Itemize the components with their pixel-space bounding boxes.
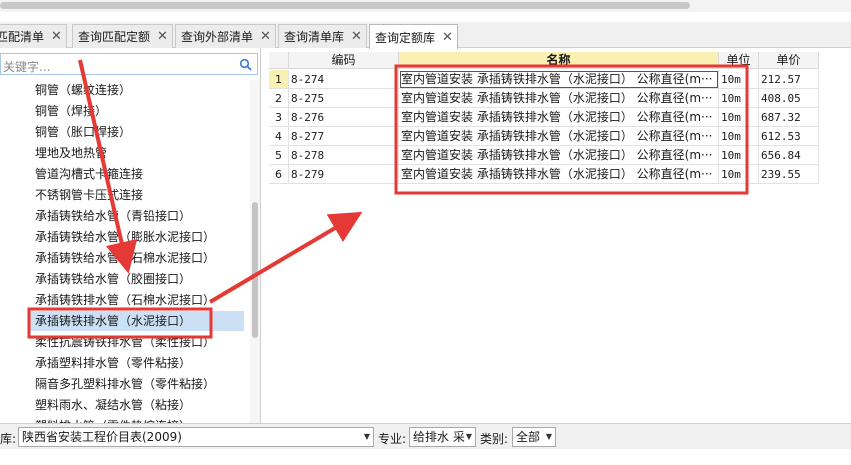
tab-query-matched-quota[interactable]: 查询匹配定额 ✕ <box>72 24 173 48</box>
tab-label: 查询外部清单 <box>181 30 254 44</box>
close-icon[interactable]: ✕ <box>442 30 453 45</box>
cell-unit[interactable]: 10m <box>719 165 759 184</box>
search-box[interactable]: 关键字... <box>0 53 258 75</box>
table-row[interactable]: 6 8-279 室内管道安装 承插铸铁排水管（水泥接口） 公称直径(m··· 1… <box>269 165 851 184</box>
grid-header-price[interactable]: 单价 <box>759 52 819 69</box>
library-select-value: 陕西省安装工程价目表(2009) <box>22 430 182 444</box>
cell-unit[interactable]: 10m <box>719 146 759 165</box>
tab-label: 查询定额库 <box>375 30 436 45</box>
cell-code[interactable]: 8-277 <box>289 127 399 146</box>
table-row[interactable]: 2 8-275 室内管道安装 承插铸铁排水管（水泥接口） 公称直径(m··· 1… <box>269 89 851 108</box>
chevron-down-icon: ▼ <box>545 432 552 441</box>
grid-header-name[interactable]: 名称 <box>399 52 719 69</box>
cell-name[interactable]: 室内管道安装 承插铸铁排水管（水泥接口） 公称直径(m··· <box>399 89 719 108</box>
grid-header-unit[interactable]: 单位 <box>719 52 759 69</box>
tree-item[interactable]: 承插塑料排水管（零件粘接） <box>35 353 191 373</box>
top-horizontal-scrollbar[interactable] <box>0 0 851 12</box>
library-select[interactable]: 陕西省安装工程价目表(2009) ▼ <box>18 427 374 447</box>
cell-price[interactable]: 212.57 <box>759 70 819 89</box>
cell-unit[interactable]: 10m <box>719 70 759 89</box>
cell-price[interactable]: 239.55 <box>759 165 819 184</box>
tree-item[interactable]: 不锈钢管卡压式连接 <box>35 185 143 205</box>
table-row[interactable]: 1 8-274 室内管道安装 承插铸铁排水管（水泥接口） 公称直径(m··· 1… <box>269 70 851 89</box>
cell-code[interactable]: 8-275 <box>289 89 399 108</box>
cell-name[interactable]: 室内管道安装 承插铸铁排水管（水泥接口） 公称直径(m··· <box>399 127 719 146</box>
tree-item[interactable]: 承插铸铁给水管（胶圈接口） <box>35 269 191 289</box>
cell-price[interactable]: 656.84 <box>759 146 819 165</box>
major-select-value: 给排水 采 <box>413 430 465 444</box>
tree-item[interactable]: 铜管（胀口焊接） <box>35 122 131 142</box>
scrollbar-thumb[interactable] <box>0 2 690 9</box>
tree-item[interactable]: 管道沟槽式卡箍连接 <box>35 164 143 184</box>
table-row[interactable]: 3 8-276 室内管道安装 承插铸铁排水管（水泥接口） 公称直径(m··· 1… <box>269 108 851 127</box>
tab-bar: 匹配清单 ✕ 查询匹配定额 ✕ 查询外部清单 ✕ 查询清单库 ✕ 查询定额库 ✕ <box>0 22 851 49</box>
cell-code[interactable]: 8-279 <box>289 165 399 184</box>
cell-unit[interactable]: 10m <box>719 127 759 146</box>
filter-bar: 库: 陕西省安装工程价目表(2009) ▼ 专业: 给排水 采 ▼ 类别: 全部… <box>0 423 851 449</box>
tree-item[interactable]: 承插铸铁排水管（石棉水泥接口） <box>35 290 215 310</box>
library-label: 库: <box>0 432 17 446</box>
table-row[interactable]: 5 8-278 室内管道安装 承插铸铁排水管（水泥接口） 公称直径(m··· 1… <box>269 146 851 165</box>
tree-item[interactable]: 塑料排水管（零件热熔连接） <box>35 416 191 423</box>
cell-name[interactable]: 室内管道安装 承插铸铁排水管（水泥接口） 公称直径(m··· <box>399 146 719 165</box>
major-label: 专业: <box>378 432 407 446</box>
cell-code[interactable]: 8-278 <box>289 146 399 165</box>
cell-code[interactable]: 8-274 <box>289 70 399 89</box>
tree-item[interactable]: 隔音多孔塑料排水管（零件粘接） <box>35 374 215 394</box>
cell-price[interactable]: 687.32 <box>759 108 819 127</box>
category-select[interactable]: 全部 ▼ <box>512 427 556 447</box>
row-index: 5 <box>269 146 289 165</box>
cell-name[interactable]: 室内管道安装 承插铸铁排水管（水泥接口） 公称直径(m··· <box>399 108 719 127</box>
tree-item[interactable]: 承插铸铁给水管（膨胀水泥接口） <box>35 227 215 247</box>
cell-unit[interactable]: 10m <box>719 108 759 127</box>
close-icon[interactable]: ✕ <box>260 29 271 44</box>
tree-vertical-scrollbar[interactable] <box>250 80 260 423</box>
tab-label: 查询清单库 <box>284 30 345 44</box>
tree-item-selected[interactable]: 承插铸铁排水管（水泥接口） <box>29 311 244 331</box>
grid-header-index <box>269 52 289 69</box>
search-icon[interactable] <box>239 58 252 71</box>
tree-item[interactable]: 铜管（螺纹连接） <box>35 80 131 100</box>
row-index: 2 <box>269 89 289 108</box>
cell-name[interactable]: 室内管道安装 承插铸铁排水管（水泥接口） 公称直径(m··· <box>399 70 719 89</box>
category-label: 类别: <box>480 432 509 446</box>
cell-code[interactable]: 8-276 <box>289 108 399 127</box>
close-icon[interactable]: ✕ <box>157 29 168 44</box>
scrollbar-thumb[interactable] <box>252 202 258 338</box>
tab-label: 查询匹配定额 <box>78 30 151 44</box>
cell-unit[interactable]: 10m <box>719 89 759 108</box>
left-tree-panel: 关键字... 铜管（螺纹连接） 铜管（焊接） 铜管（胀口焊接） 埋地及地热管 管… <box>0 48 261 423</box>
tree-item[interactable]: 塑料雨水、凝结水管（粘接） <box>35 395 191 415</box>
search-placeholder: 关键字... <box>3 60 51 74</box>
major-select[interactable]: 给排水 采 ▼ <box>409 427 476 447</box>
tab-query-quota-library[interactable]: 查询定额库 ✕ <box>369 24 458 49</box>
tree-item[interactable]: 柔性抗震铸铁排水管（柔性接口） <box>35 332 215 352</box>
tab-match-list[interactable]: 匹配清单 ✕ <box>0 24 67 48</box>
chevron-down-icon: ▼ <box>465 432 472 441</box>
tab-query-list-library[interactable]: 查询清单库 ✕ <box>278 24 367 48</box>
tree-item[interactable]: 承插铸铁给水管（青铅接口） <box>35 206 191 226</box>
row-index: 4 <box>269 127 289 146</box>
row-index: 3 <box>269 108 289 127</box>
row-index: 1 <box>269 70 289 89</box>
table-row[interactable]: 4 8-277 室内管道安装 承插铸铁排水管（水泥接口） 公称直径(m··· 1… <box>269 127 851 146</box>
tree-item[interactable]: 埋地及地热管 <box>35 143 107 163</box>
grid-header-code[interactable]: 编码 <box>289 52 399 69</box>
close-icon[interactable]: ✕ <box>51 29 62 44</box>
close-icon[interactable]: ✕ <box>351 29 362 44</box>
tab-label: 匹配清单 <box>0 30 45 44</box>
chevron-down-icon: ▼ <box>363 432 370 441</box>
row-index: 6 <box>269 165 289 184</box>
tab-query-external-list[interactable]: 查询外部清单 ✕ <box>175 24 276 48</box>
tree-item[interactable]: 承插铸铁给水管（石棉水泥接口） <box>35 248 215 268</box>
cell-price[interactable]: 612.53 <box>759 127 819 146</box>
tree-item[interactable]: 铜管（焊接） <box>35 101 107 121</box>
cell-name[interactable]: 室内管道安装 承插铸铁排水管（水泥接口） 公称直径(m··· <box>399 165 719 184</box>
category-select-value: 全部 <box>516 430 541 444</box>
cell-price[interactable]: 408.05 <box>759 89 819 108</box>
